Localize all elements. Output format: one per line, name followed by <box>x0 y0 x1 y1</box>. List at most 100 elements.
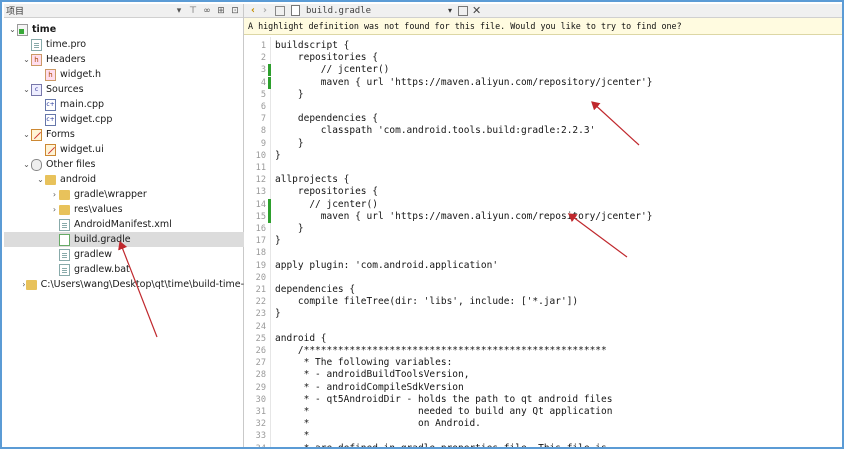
project-pane-toolbar: 项目 ▾ ⊤ ∞ ⊞ ⊡ <box>4 4 243 18</box>
line-number-gutter: 1 2 3 4 5 6 7 8 9 10 11 12 13 14 15 16 17 18 19 20 21 22 23 24 2… <box>244 37 271 447</box>
change-marker <box>268 210 271 223</box>
tree-item[interactable]: time.pro <box>4 37 244 52</box>
line-number: 21 <box>255 285 266 295</box>
tree-item[interactable]: › gradle\wrapper <box>4 187 244 202</box>
code-line[interactable]: * - androidBuildToolsVersion, <box>275 369 470 381</box>
line-number: 23 <box>255 309 266 320</box>
tree-item-label: gradlew <box>74 249 113 260</box>
expand-arrow-icon[interactable]: ⌄ <box>22 130 31 139</box>
code-line[interactable]: buildscript { <box>275 40 349 52</box>
collapse-arrow-icon[interactable]: › <box>50 205 59 214</box>
code-line[interactable]: // jcenter() <box>275 64 390 76</box>
code-line[interactable]: * - qt5AndroidDir - holds the path to qt… <box>275 394 613 406</box>
code-line[interactable]: } <box>275 138 304 150</box>
code-line[interactable]: } <box>275 235 281 247</box>
tree-item[interactable]: › res\values <box>4 202 244 217</box>
close-pane-icon[interactable]: ⊡ <box>229 5 241 17</box>
expand-arrow-icon[interactable]: ⌄ <box>36 175 45 184</box>
cpp-file-icon: c+ <box>45 113 56 126</box>
code-line[interactable]: } <box>275 150 281 162</box>
forward-arrow-icon[interactable]: › <box>259 5 271 16</box>
split-icon[interactable]: ⊞ <box>215 5 227 17</box>
code-line[interactable]: android { <box>275 333 326 345</box>
tree-item-label: gradlew.bat <box>74 264 130 275</box>
gradle-file-icon <box>59 233 70 246</box>
folder-icon <box>59 204 70 215</box>
code-line[interactable]: maven { url 'https://maven.aliyun.com/re… <box>275 211 653 223</box>
close-document-icon[interactable]: ✕ <box>472 4 481 17</box>
headers-folder-icon: h <box>31 53 42 66</box>
line-number: 28 <box>255 370 266 381</box>
tree-item[interactable]: build.gradle <box>4 232 244 247</box>
code-line[interactable]: * <box>275 430 310 442</box>
folder-icon <box>25 279 37 290</box>
code-line[interactable]: } <box>275 223 304 235</box>
code-line[interactable]: maven { url 'https://maven.aliyun.com/re… <box>275 77 653 89</box>
line-number: 12 <box>255 175 266 186</box>
editor-toolbar: ‹ › build.gradle ▾ ✕ <box>244 4 842 18</box>
code-line[interactable]: } <box>275 89 304 101</box>
document-dropdown-icon[interactable]: ▾ <box>448 6 452 15</box>
line-number: 7 <box>260 114 266 125</box>
view-dropdown-icon[interactable]: ▾ <box>173 5 185 17</box>
tree-item[interactable]: gradlew.bat <box>4 262 244 277</box>
tree-item[interactable]: › C:\Users\wang\Desktop\qt\time\build-tim… <box>4 277 244 292</box>
code-line[interactable]: * on Android. <box>275 418 481 430</box>
expand-arrow-icon[interactable]: ⌄ <box>22 55 31 64</box>
code-line[interactable]: dependencies { <box>275 284 355 296</box>
line-number: 15 <box>255 211 266 222</box>
tree-item[interactable]: ⌄ android <box>4 172 244 187</box>
tree-item[interactable]: h widget.h <box>4 67 244 82</box>
code-line[interactable]: compile fileTree(dir: 'libs', include: [… <box>275 296 578 308</box>
tree-item[interactable]: ⌄ time <box>4 22 244 37</box>
tree-item[interactable]: ⌄ Forms <box>4 127 244 142</box>
code-line[interactable]: /***************************************… <box>275 345 607 357</box>
code-line[interactable]: repositories { <box>275 186 378 198</box>
tree-item[interactable]: ⌄ h Headers <box>4 52 244 67</box>
tree-item[interactable]: widget.ui <box>4 142 244 157</box>
line-number: 22 <box>255 297 266 308</box>
other-files-icon <box>31 158 42 171</box>
tree-item[interactable]: AndroidManifest.xml <box>4 217 244 232</box>
split-editor-icon[interactable] <box>458 5 469 16</box>
code-line[interactable]: // jcenter() <box>275 199 378 211</box>
tree-item[interactable]: gradlew <box>4 247 244 262</box>
code-line[interactable]: * The following variables: <box>275 357 453 369</box>
window-frame: 项目 ▾ ⊤ ∞ ⊞ ⊡ ⌄ time time.pro ⌄ h Headers h widg… <box>0 0 844 449</box>
filter-icon[interactable]: ⊤ <box>187 5 199 17</box>
expand-arrow-icon[interactable]: ⌄ <box>8 25 17 34</box>
line-number: 6 <box>260 102 266 112</box>
folder-icon <box>45 174 56 185</box>
collapse-arrow-icon[interactable]: › <box>50 190 59 199</box>
tree-item-label: main.cpp <box>60 99 105 110</box>
expand-arrow-icon[interactable]: ⌄ <box>22 85 31 94</box>
editor-pane: ‹ › build.gradle ▾ ✕ A highlight definit… <box>244 4 842 447</box>
expand-arrow-icon[interactable]: ⌄ <box>22 160 31 169</box>
code-editor[interactable]: 1 2 3 4 5 6 7 8 9 10 11 12 13 14 15 16 17 18 19 20 21 22 23 24 2… <box>244 37 842 447</box>
code-line[interactable]: apply plugin: 'com.android.application' <box>275 260 498 272</box>
code-line[interactable]: classpath 'com.android.tools.build:gradl… <box>275 125 596 137</box>
tree-item-label: C:\Users\wang\Desktop\qt\time\build-time… <box>40 279 244 290</box>
tree-item[interactable]: ⌄ c Sources <box>4 82 244 97</box>
code-line[interactable]: allprojects { <box>275 174 349 186</box>
line-number: 24 <box>255 321 266 332</box>
tree-item[interactable]: c+ main.cpp <box>4 97 244 112</box>
back-arrow-icon[interactable]: ‹ <box>247 5 259 16</box>
code-line[interactable]: repositories { <box>275 52 378 64</box>
tree-item-label: Sources <box>46 84 84 95</box>
line-number: 4 <box>260 77 266 88</box>
code-line[interactable]: * - androidCompileSdkVersion <box>275 382 464 394</box>
code-line[interactable]: dependencies { <box>275 113 378 125</box>
tree-item[interactable]: c+ widget.cpp <box>4 112 244 127</box>
cpp-file-icon: c+ <box>45 98 56 111</box>
line-number: 3 <box>260 65 266 76</box>
pro-file-icon <box>31 38 42 51</box>
line-number: 8 <box>260 126 266 137</box>
code-line[interactable]: * needed to build any Qt application <box>275 406 613 418</box>
open-document-name[interactable]: build.gradle <box>306 6 446 16</box>
tree-item-label: res\values <box>74 204 123 215</box>
code-line[interactable]: * are defined in gradle.properties file.… <box>275 443 607 447</box>
code-line[interactable]: } <box>275 308 281 320</box>
tree-item[interactable]: ⌄ Other files <box>4 157 244 172</box>
link-icon[interactable]: ∞ <box>201 5 213 17</box>
